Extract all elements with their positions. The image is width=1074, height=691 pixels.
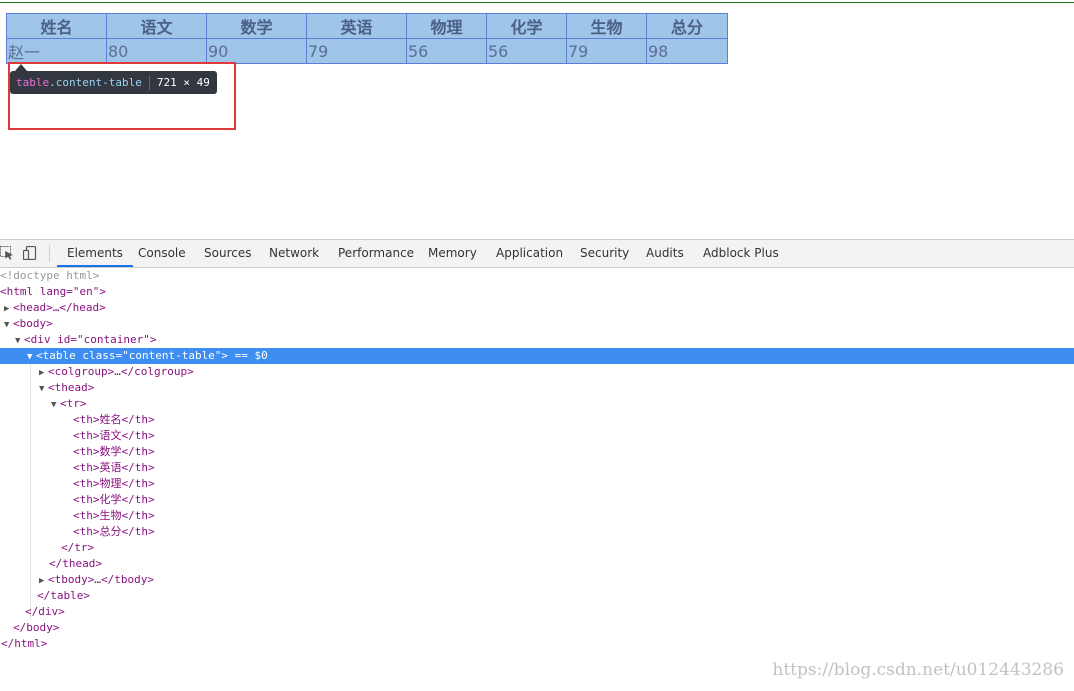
- dom-node-thead[interactable]: ▼ <thead>: [0, 380, 1074, 396]
- node-text: <th>数学</th>: [73, 445, 155, 458]
- tooltip-size: 721 × 49: [156, 76, 210, 89]
- node-text: <th>物理</th>: [73, 477, 155, 490]
- dom-node-table-close[interactable]: </table>: [0, 588, 1074, 604]
- dom-node-thead-close[interactable]: </thead>: [0, 556, 1074, 572]
- node-text: <th>姓名</th>: [73, 413, 155, 426]
- header-cell-english: 英语: [306, 13, 407, 39]
- tab-memory[interactable]: Memory: [428, 240, 477, 267]
- dom-node-body-close[interactable]: </body>: [0, 620, 1074, 636]
- collapse-triangle-icon[interactable]: ▼: [0, 333, 24, 349]
- dom-node-th[interactable]: <th>数学</th>: [0, 444, 1074, 460]
- dom-node-container[interactable]: ▼ <div id="container">: [0, 332, 1074, 348]
- dom-node-html[interactable]: <html lang="en">: [0, 284, 1074, 300]
- dom-node-tr[interactable]: ▼ <tr>: [0, 396, 1074, 412]
- table-cell: 98: [646, 38, 728, 64]
- node-text: </tr>: [61, 541, 95, 554]
- collapse-triangle-icon[interactable]: ▼: [0, 349, 36, 365]
- dom-node-th[interactable]: <th>化学</th>: [0, 492, 1074, 508]
- table-cell: 56: [486, 38, 567, 64]
- table-cell: 56: [406, 38, 487, 64]
- dom-node-th[interactable]: <th>英语</th>: [0, 460, 1074, 476]
- page-top-rule: [0, 2, 1074, 3]
- tooltip-tag: table: [16, 76, 50, 89]
- table-row: 赵一 80 90 79 56 56 79 98: [6, 38, 728, 64]
- node-text: <th>英语</th>: [73, 461, 155, 474]
- node-text: </div>: [25, 605, 65, 618]
- header-cell-chemistry: 化学: [486, 13, 567, 39]
- devtools-panel: Elements Console Sources Network Perform…: [0, 239, 1074, 691]
- header-cell-math: 数学: [206, 13, 307, 39]
- tab-console[interactable]: Console: [138, 240, 186, 267]
- node-text: <th>语文</th>: [73, 429, 155, 442]
- tab-elements[interactable]: Elements: [57, 240, 133, 267]
- collapse-triangle-icon[interactable]: ▼: [0, 397, 60, 413]
- device-toolbar-icon[interactable]: [23, 246, 37, 260]
- node-text: </thead>: [49, 557, 102, 570]
- tooltip-arrow: [15, 64, 27, 71]
- header-cell-name: 姓名: [6, 13, 107, 39]
- tooltip-divider: [148, 75, 150, 90]
- expand-triangle-icon[interactable]: ▶: [0, 365, 48, 381]
- node-text: <!doctype html>: [0, 269, 100, 282]
- dom-node-html-close[interactable]: </html>: [0, 636, 1074, 652]
- tab-adblock-plus[interactable]: Adblock Plus: [703, 240, 779, 267]
- header-cell-biology: 生物: [566, 13, 647, 39]
- node-text: <th>化学</th>: [73, 493, 155, 506]
- dom-node-div-close[interactable]: </div>: [0, 604, 1074, 620]
- tab-sources[interactable]: Sources: [204, 240, 251, 267]
- node-text: <tbody>…</tbody>: [48, 573, 154, 586]
- tab-network[interactable]: Network: [269, 240, 319, 267]
- dom-node-doctype[interactable]: <!doctype html>: [0, 268, 1074, 284]
- tab-audits[interactable]: Audits: [646, 240, 684, 267]
- dom-node-th[interactable]: <th>生物</th>: [0, 508, 1074, 524]
- dom-node-tr-close[interactable]: </tr>: [0, 540, 1074, 556]
- table-cell: 79: [566, 38, 647, 64]
- node-text: <html lang="en">: [0, 285, 106, 298]
- dom-node-th[interactable]: <th>物理</th>: [0, 476, 1074, 492]
- toolbar-divider: [49, 245, 50, 262]
- node-text: </table>: [37, 589, 90, 602]
- dom-node-table-selected[interactable]: ▼ <table class="content-table"> == $0: [0, 348, 1074, 364]
- tab-application[interactable]: Application: [496, 240, 563, 267]
- table-cell: 80: [106, 38, 207, 64]
- node-text: <th>生物</th>: [73, 509, 155, 522]
- node-text: <colgroup>…</colgroup>: [48, 365, 194, 378]
- table-header-row: 姓名 语文 数学 英语 物理 化学 生物 总分: [6, 13, 728, 39]
- dom-node-th[interactable]: <th>姓名</th>: [0, 412, 1074, 428]
- node-text: <div id="container">: [24, 333, 157, 346]
- inspect-element-icon[interactable]: [0, 246, 14, 260]
- header-cell-total: 总分: [646, 13, 728, 39]
- dom-node-tbody[interactable]: ▶ <tbody>…</tbody>: [0, 572, 1074, 588]
- dom-node-th[interactable]: <th>总分</th>: [0, 524, 1074, 540]
- content-table: 姓名 语文 数学 英语 物理 化学 生物 总分 赵一 80 90 79 56 5…: [6, 13, 728, 64]
- node-text: <table class="content-table"> == $0: [36, 349, 268, 362]
- node-text: <tr>: [60, 397, 87, 410]
- table-cell: 90: [206, 38, 307, 64]
- table-cell: 79: [306, 38, 407, 64]
- inspect-tooltip: table .content-table 721 × 49: [10, 71, 217, 94]
- node-text: </html>: [1, 637, 48, 650]
- node-text: <body>: [13, 317, 53, 330]
- collapse-triangle-icon[interactable]: ▼: [0, 381, 48, 397]
- expand-triangle-icon[interactable]: ▶: [0, 301, 13, 317]
- dom-node-th[interactable]: <th>语文</th>: [0, 428, 1074, 444]
- node-text: <thead>: [48, 381, 95, 394]
- collapse-triangle-icon[interactable]: ▼: [0, 317, 13, 333]
- dom-node-head[interactable]: ▶ <head>…</head>: [0, 300, 1074, 316]
- header-cell-chinese: 语文: [106, 13, 207, 39]
- watermark: https://blog.csdn.net/u012443286: [772, 660, 1064, 680]
- node-text: <th>总分</th>: [73, 525, 155, 538]
- table-cell: 赵一: [6, 38, 107, 64]
- tooltip-class: .content-table: [49, 76, 142, 89]
- node-text: </body>: [13, 621, 60, 634]
- dom-node-colgroup[interactable]: ▶ <colgroup>…</colgroup>: [0, 364, 1074, 380]
- dom-node-body[interactable]: ▼ <body>: [0, 316, 1074, 332]
- node-text: <head>…</head>: [13, 301, 106, 314]
- header-cell-physics: 物理: [406, 13, 487, 39]
- expand-triangle-icon[interactable]: ▶: [0, 573, 48, 589]
- tab-performance[interactable]: Performance: [338, 240, 414, 267]
- tab-security[interactable]: Security: [580, 240, 629, 267]
- devtools-toolbar: Elements Console Sources Network Perform…: [0, 240, 1074, 268]
